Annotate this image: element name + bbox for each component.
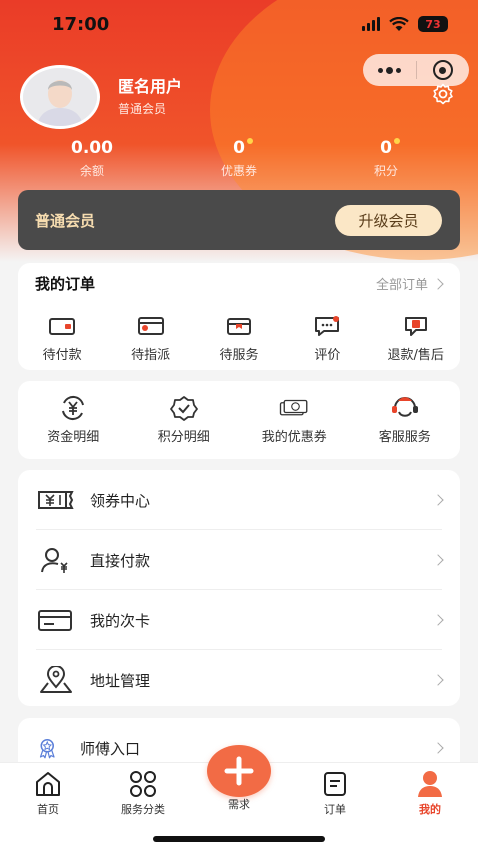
tab-home-label: 首页	[37, 803, 59, 816]
balance-value: 0.00	[71, 138, 113, 158]
tool-my-coupons[interactable]: 我的优惠券	[244, 395, 344, 445]
plus-icon	[224, 756, 254, 786]
chevron-right-icon	[432, 554, 444, 566]
menu-my-punch-card[interactable]: 我的次卡	[36, 590, 444, 650]
points-value: 0	[380, 138, 392, 158]
target-icon	[432, 60, 453, 80]
tab-service-categories[interactable]: 服务分类	[98, 769, 188, 817]
menu-my-punch-card-label: 我的次卡	[90, 611, 151, 630]
status-bar: 17:00 73	[0, 0, 478, 50]
all-orders-label: 全部订单	[375, 278, 428, 293]
coupon-label: 优惠券	[220, 164, 257, 178]
tab-profile[interactable]: 我的	[385, 769, 475, 817]
menu-direct-pay-label: 直接付款	[90, 551, 151, 570]
menu-coupon-center-label: 领券中心	[90, 491, 151, 510]
user-level: 普通会员	[118, 102, 167, 116]
chevron-right-icon	[432, 614, 444, 626]
order-refund[interactable]: 退款/售后	[374, 313, 458, 363]
new-dot-icon	[246, 138, 253, 144]
coupon-stat[interactable]: 0 优惠券	[179, 138, 299, 179]
order-pending-payment[interactable]: 待付款	[20, 313, 104, 363]
home-icon	[36, 772, 60, 796]
order-review-label: 评价	[314, 348, 341, 363]
orders-card: 我的订单 全部订单 待付款 待指派 待服务 评价 退款/售后	[18, 263, 460, 370]
card-assign-icon	[137, 317, 164, 335]
avatar[interactable]	[20, 65, 100, 129]
order-pending-payment-label: 待付款	[42, 348, 82, 363]
location-icon	[40, 666, 72, 693]
menu-direct-pay[interactable]: 直接付款	[36, 530, 444, 590]
chevron-right-icon	[432, 494, 444, 506]
upgrade-member-button[interactable]: 升级会员	[335, 205, 442, 236]
user-name: 匿名用户	[118, 77, 183, 96]
more-button[interactable]	[363, 54, 416, 86]
tool-points-detail-label: 积分明细	[157, 430, 210, 445]
menu-address-management[interactable]: 地址管理	[36, 650, 444, 710]
chevron-right-icon	[432, 277, 444, 290]
wifi-icon	[389, 16, 409, 31]
order-pending-assign-label: 待指派	[131, 348, 171, 363]
order-refund-label: 退款/售后	[387, 348, 444, 363]
ticket-icon	[38, 491, 74, 509]
orders-title: 我的订单	[35, 275, 96, 293]
wallet-icon	[49, 318, 76, 335]
tab-orders[interactable]: 订单	[290, 769, 380, 817]
coupon-icon	[280, 399, 308, 416]
menu-card: 领券中心 直接付款 我的次卡 地址管理	[18, 470, 460, 706]
tool-customer-service-label: 客服服务	[378, 430, 431, 445]
tab-profile-label: 我的	[419, 803, 441, 816]
refund-icon	[404, 317, 427, 336]
chevron-right-icon	[432, 742, 444, 754]
order-review[interactable]: 评价	[285, 313, 369, 363]
tool-my-coupons-label: 我的优惠券	[261, 430, 327, 445]
member-bar: 普通会员 升级会员	[18, 190, 460, 250]
menu-address-management-label: 地址管理	[90, 671, 151, 690]
points-stat[interactable]: 0 积分	[326, 138, 446, 179]
tab-service-categories-label: 服务分类	[121, 803, 165, 816]
grid-icon	[130, 771, 156, 797]
post-request-button[interactable]	[207, 745, 271, 797]
order-pending-service-label: 待服务	[219, 348, 259, 363]
badge-check-icon	[169, 396, 198, 421]
tools-card: 资金明细 积分明细 我的优惠券 客服服务	[18, 381, 460, 459]
member-title: 普通会员	[35, 212, 96, 230]
points-label: 积分	[373, 164, 398, 178]
customer-service-icon	[391, 397, 418, 417]
tab-home[interactable]: 首页	[3, 769, 93, 817]
new-dot-icon	[393, 138, 400, 144]
coupon-value: 0	[233, 138, 245, 158]
tool-points-detail[interactable]: 积分明细	[134, 395, 234, 445]
tool-fund-detail-label: 资金明细	[47, 430, 100, 445]
battery-level: 73	[425, 17, 441, 31]
balance-label: 余额	[79, 164, 104, 178]
balance-stat[interactable]: 0.00 余额	[32, 138, 152, 179]
user-pay-icon	[41, 548, 68, 573]
order-icon	[324, 772, 346, 796]
tab-orders-label: 订单	[324, 803, 346, 816]
more-dots-icon	[377, 66, 401, 74]
card-icon	[38, 610, 72, 631]
home-indicator	[153, 836, 325, 842]
yuan-refresh-icon	[62, 395, 85, 421]
comment-icon	[315, 316, 340, 336]
chevron-right-icon	[432, 674, 444, 686]
service-box-icon	[226, 318, 251, 335]
menu-coupon-center[interactable]: 领券中心	[36, 470, 444, 530]
order-pending-service[interactable]: 待服务	[197, 313, 281, 363]
tab-request-label: 需求	[228, 798, 250, 811]
tool-customer-service[interactable]: 客服服务	[355, 395, 455, 445]
signal-icon	[362, 17, 380, 31]
order-pending-assign[interactable]: 待指派	[109, 313, 193, 363]
status-time: 17:00	[52, 14, 110, 35]
gear-icon[interactable]	[431, 82, 455, 106]
tool-fund-detail[interactable]: 资金明细	[23, 395, 123, 445]
all-orders-link[interactable]: 全部订单	[375, 274, 444, 293]
profile-icon	[418, 771, 442, 797]
battery-icon: 73	[418, 16, 448, 32]
medal-icon	[39, 739, 55, 759]
